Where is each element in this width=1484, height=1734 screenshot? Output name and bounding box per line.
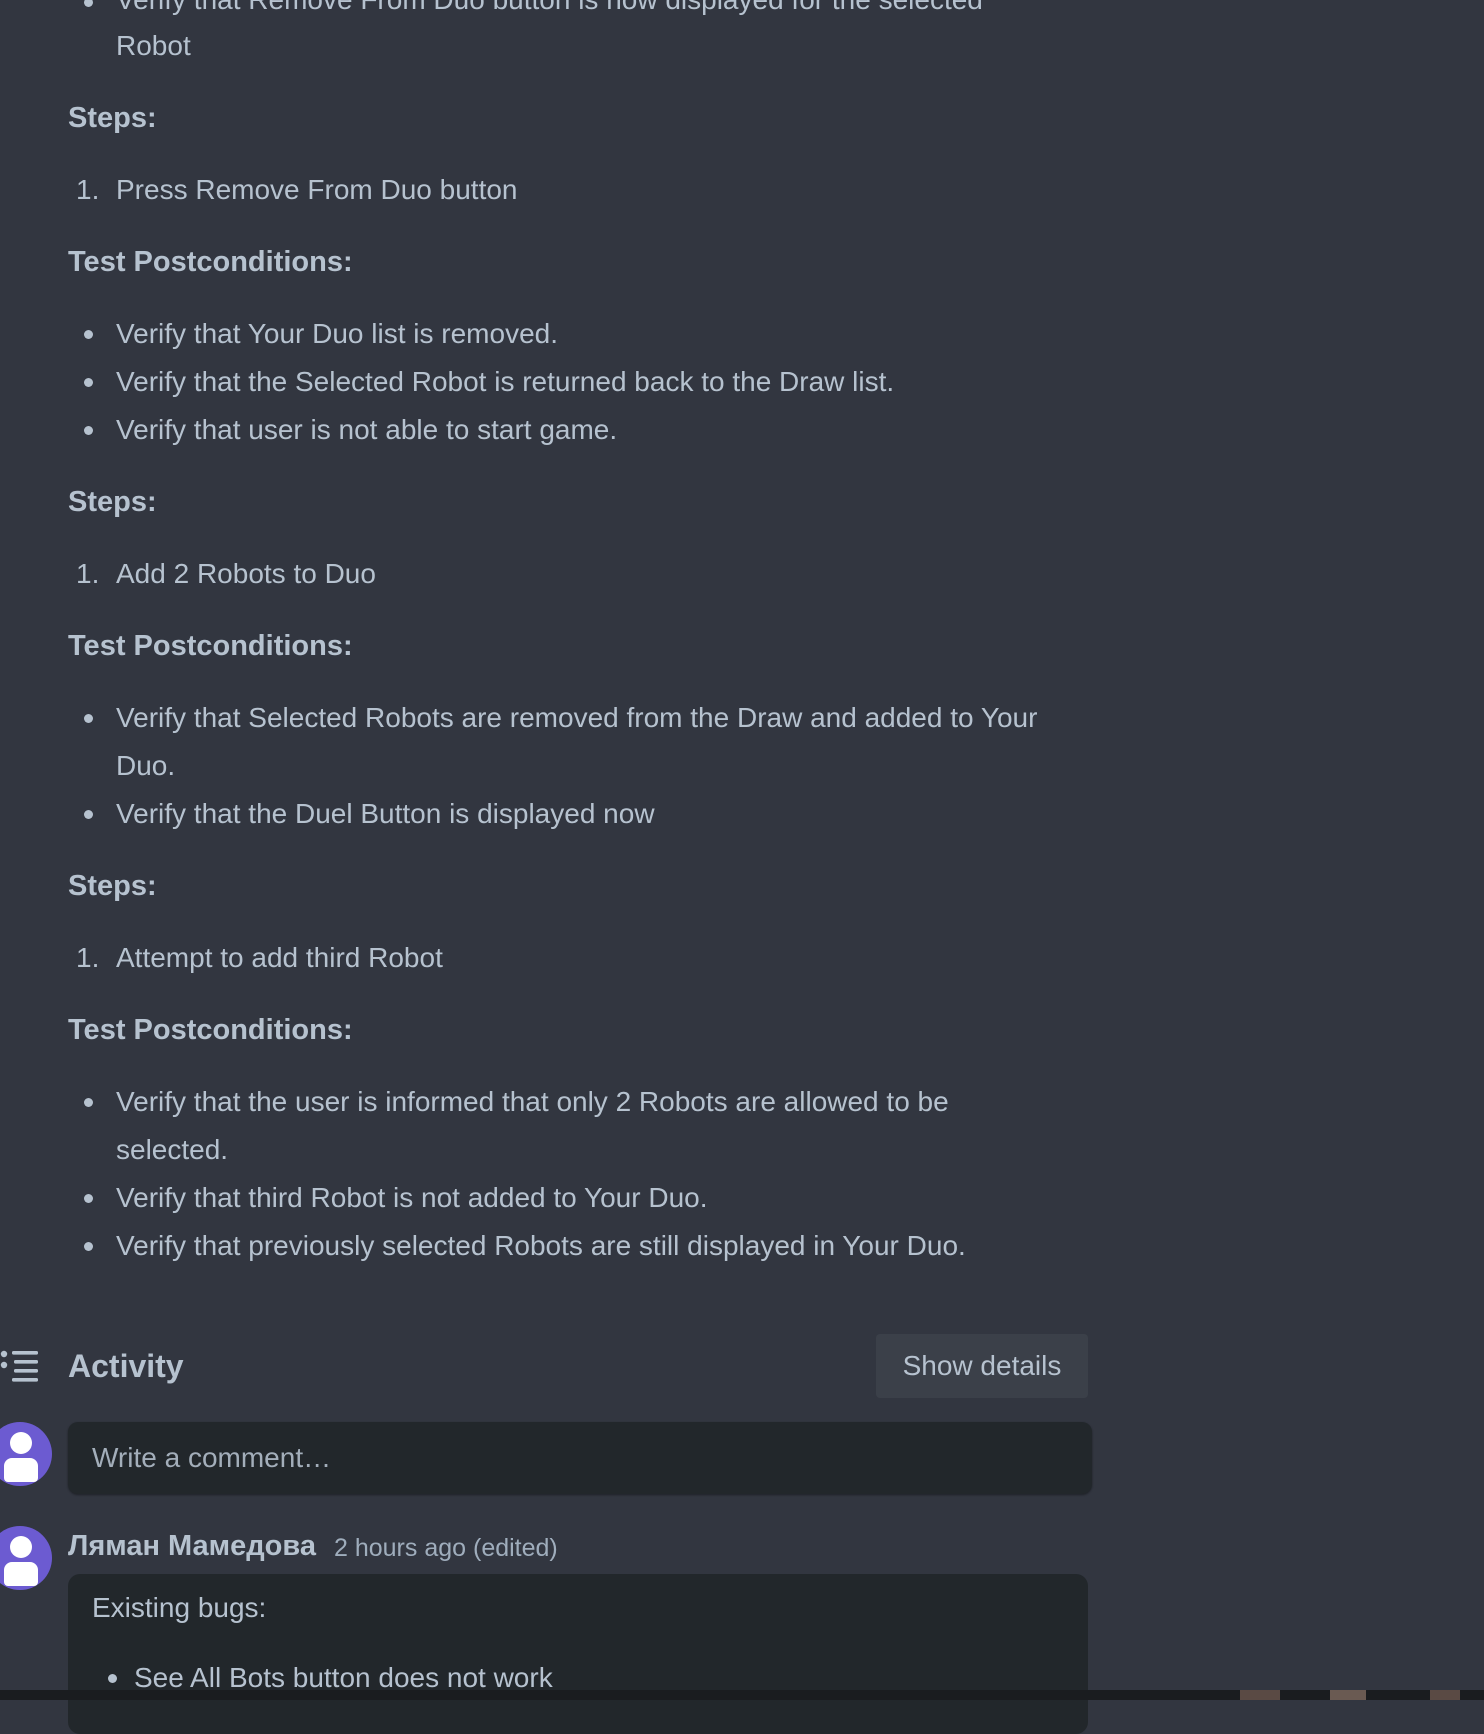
user-icon (10, 1432, 32, 1454)
postcondition-item: Verify that the Duel Button is displayed… (116, 798, 655, 829)
bullet-dot (84, 1098, 93, 1107)
bullet-dot (84, 330, 93, 339)
activity-title: Activity (68, 1348, 184, 1384)
bullet-dot (84, 378, 93, 387)
step-number: 1. (76, 558, 100, 589)
bullet-dot (84, 0, 93, 7)
comment-body: Existing bugs: See All Bots button does … (68, 1574, 1088, 1734)
comment-input[interactable] (68, 1422, 1092, 1494)
avatar[interactable] (0, 1526, 52, 1590)
postcondition-item-continued: Duo. (116, 750, 176, 781)
user-icon (10, 1536, 32, 1558)
activity-list-icon (0, 1350, 38, 1382)
bullet-dot (84, 810, 93, 819)
bullet-dot (84, 1194, 93, 1203)
postconditions-heading: Test Postconditions: (68, 630, 353, 662)
postcondition-item-partial-continued: Robot (116, 30, 191, 61)
postcondition-item: Verify that user is not able to start ga… (116, 414, 618, 445)
postcondition-item: Verify that third Robot is not added to … (116, 1182, 708, 1213)
postcondition-item-continued: selected. (116, 1134, 229, 1165)
postcondition-item: Verify that the user is informed that on… (116, 1086, 949, 1117)
bullet-dot (84, 1242, 93, 1251)
postcondition-item-partial: Verify that Remove From Duo button is no… (116, 0, 983, 20)
steps-heading: Steps: (68, 870, 157, 902)
step-item: Press Remove From Duo button (116, 174, 518, 205)
postconditions-heading: Test Postconditions: (68, 1014, 353, 1046)
postcondition-item: Verify that Your Duo list is removed. (116, 318, 558, 349)
window-bottom-edge (0, 1690, 1484, 1700)
step-item: Add 2 Robots to Duo (116, 558, 376, 589)
postcondition-item: Verify that previously selected Robots a… (116, 1230, 966, 1261)
steps-heading: Steps: (68, 486, 157, 518)
bullet-dot (84, 426, 93, 435)
postcondition-item: Verify that Selected Robots are removed … (116, 702, 1038, 733)
postcondition-item: Verify that the Selected Robot is return… (116, 366, 895, 397)
step-item: Attempt to add third Robot (116, 942, 443, 973)
comment-heading: Existing bugs: (92, 1592, 267, 1623)
bullet-dot (84, 714, 93, 723)
show-details-button[interactable]: Show details (876, 1334, 1088, 1398)
comment-author[interactable]: Ляман Мамедова (68, 1526, 316, 1566)
avatar (0, 1422, 52, 1486)
step-number: 1. (76, 942, 100, 973)
step-number: 1. (76, 174, 100, 205)
comment-timestamp[interactable]: 2 hours ago (edited) (334, 1528, 558, 1568)
postconditions-heading: Test Postconditions: (68, 246, 353, 278)
bullet-dot (108, 1674, 117, 1683)
steps-heading: Steps: (68, 102, 157, 134)
